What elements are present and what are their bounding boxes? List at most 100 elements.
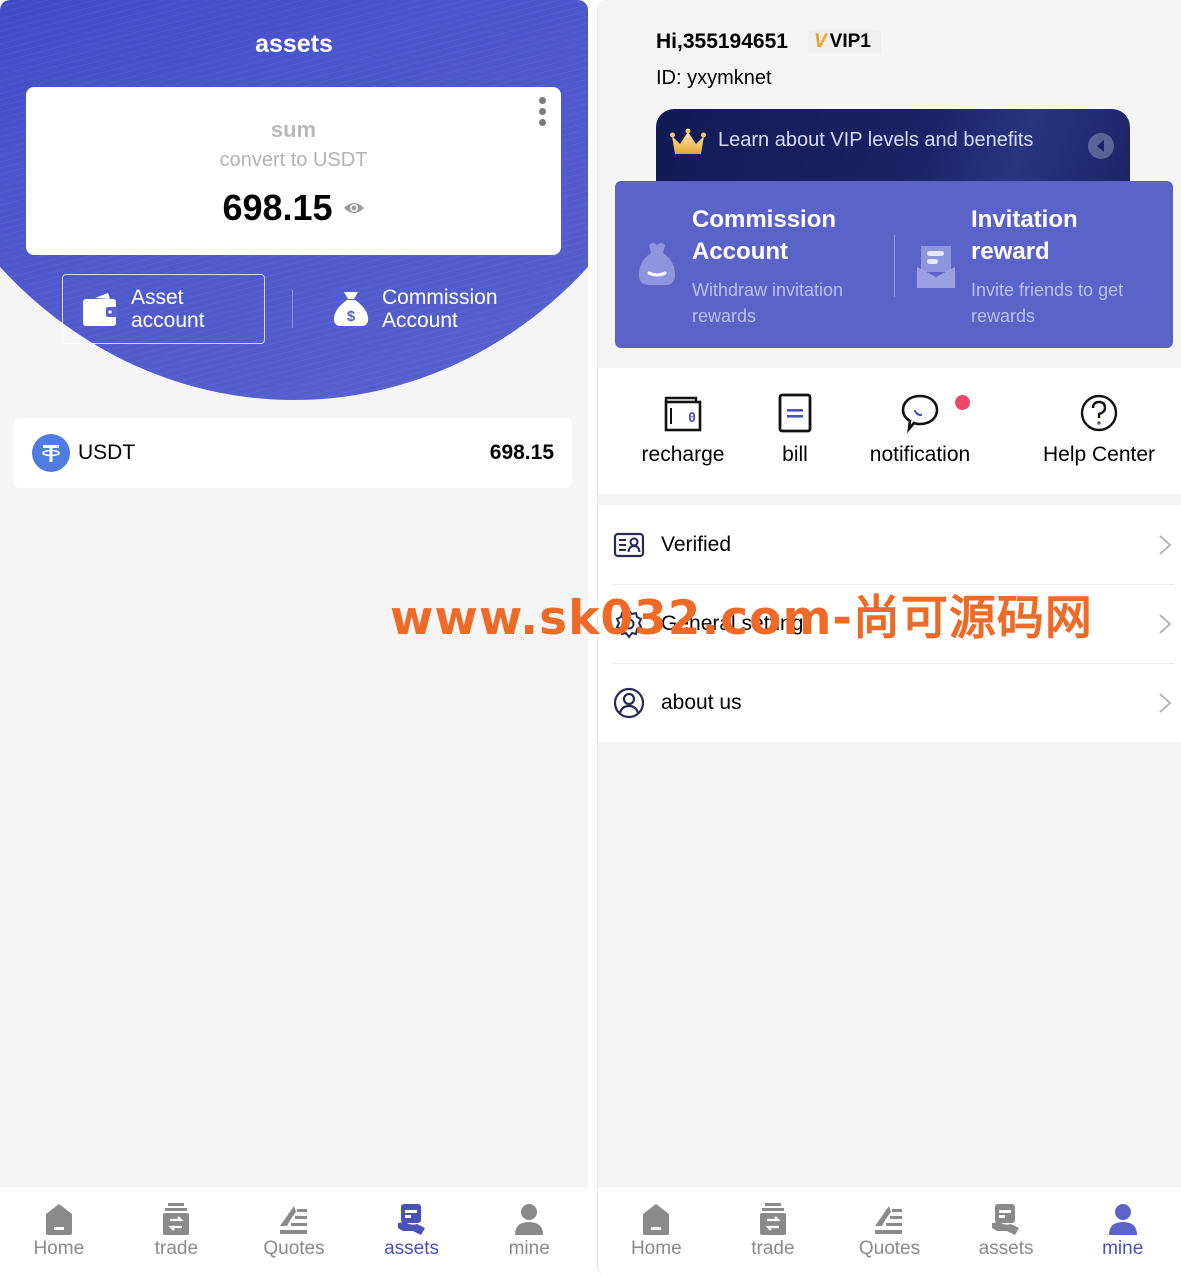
home-icon [45,1204,72,1235]
tab-label: Quotes [263,1238,325,1259]
account-switcher: Asset account $ Commission Account [0,274,588,344]
quotes-icon [875,1206,903,1234]
commission-account-button[interactable]: $ Commission Account [332,274,498,344]
assets-icon [397,1204,425,1235]
subtitle-line: Withdraw invitation [692,280,844,300]
tab-home[interactable]: Home [598,1187,715,1276]
label-line: account [131,309,205,332]
help-center-button[interactable]: Help Center [1018,368,1180,494]
asset-account-button[interactable]: Asset account [62,274,265,344]
home-icon [643,1204,670,1235]
chevron-right-icon [1159,613,1172,634]
sum-value-row: 698.15 [26,187,561,229]
subtitle-line: rewards [692,306,757,326]
promo-subtitle: Withdraw invitation rewards [692,277,887,329]
title-line: reward [971,238,1050,265]
divider [292,290,293,328]
quotes-icon [279,1206,307,1234]
menu-label: about us [661,690,742,714]
tab-label: trade [154,1238,199,1259]
trade-icon [163,1203,190,1235]
tab-label: Quotes [858,1238,921,1259]
mine-screen: Hi,355194651 V VIP1 ID: yxymknet Learn a… [597,0,1181,1276]
vip-badge: V VIP1 [807,30,881,54]
user-icon [1108,1204,1137,1235]
eye-icon[interactable] [343,201,365,215]
menu-item-about-us[interactable]: about us [598,663,1181,742]
svg-text:0: 0 [688,411,696,426]
label-line: Asset [131,286,184,309]
tab-trade[interactable]: trade [118,1187,236,1276]
vip-banner-text: Learn about VIP levels and benefits [718,129,1034,151]
title-line: Invitation [971,206,1078,233]
assets-icon [992,1204,1020,1235]
tab-home[interactable]: Home [0,1187,118,1276]
subtitle-line: Invite friends to get [971,280,1124,300]
tab-label: Home [630,1238,682,1259]
total-balance-card: sum convert to USDT 698.15 [26,87,561,255]
user-id: ID: yxymknet [656,67,772,89]
tab-label: Home [33,1238,85,1259]
wallet-card-icon: 0 [664,396,702,432]
menu-item-verified[interactable]: Verified [598,505,1181,584]
chevron-right-icon [1159,534,1172,555]
tab-mine[interactable]: mine [1064,1187,1181,1276]
gear-icon [615,609,643,639]
convert-subtitle: convert to USDT [219,149,368,171]
label-line: Commission [382,286,498,309]
assets-screen: assets sum convert to USDT 698.15 Asset … [0,0,588,1276]
quick-label: Help Center [1042,443,1156,466]
crown-icon [670,128,706,154]
tab-assets[interactable]: assets [353,1187,471,1276]
title-line: Account [692,238,788,265]
vip-level: VIP1 [829,31,871,52]
coin-balance: 698.15 [489,441,554,464]
sum-label: sum [270,117,317,142]
id-card-icon [613,532,645,557]
label-line: Account [382,309,458,332]
tab-label: trade [751,1238,795,1259]
assets-header: assets sum convert to USDT 698.15 Asset … [0,0,588,400]
notification-button[interactable]: notification [822,368,1018,494]
greeting-text: Hi,355194651 [656,30,788,53]
menu-label: Verified [661,532,732,556]
quick-label: notification [869,443,971,466]
tab-quotes[interactable]: Quotes [831,1187,948,1276]
bottom-tabbar: Home trade Quotes assets mine [0,1186,588,1276]
tether-icon [32,434,70,472]
tab-trade[interactable]: trade [715,1187,832,1276]
total-balance-value: 698.15 [222,187,333,228]
tab-mine[interactable]: mine [470,1187,588,1276]
user-greeting: Hi,355194651 V VIP1 [656,30,881,54]
arrow-left-circle-icon [1088,133,1114,159]
trade-icon [759,1203,786,1235]
menu-label: General setting [661,611,804,635]
coin-list-item[interactable]: USDT 698.15 [14,418,572,488]
help-circle-icon [1080,394,1118,432]
promo-title: Invitation reward [971,204,1166,268]
promo-subtitle: Invite friends to get rewards [971,277,1166,329]
tab-label: assets [384,1238,440,1259]
wallet-icon [83,293,118,326]
tab-assets[interactable]: assets [948,1187,1065,1276]
chat-bubble-icon [901,394,939,433]
tab-quotes[interactable]: Quotes [235,1187,353,1276]
quick-label: bill [782,443,808,466]
quick-label: recharge [641,443,725,466]
bottom-tabbar: Home trade Quotes assets mine [598,1186,1181,1276]
vip-v-icon: V [813,31,827,52]
bill-button[interactable]: bill [768,368,822,494]
quick-actions: 0 recharge bill notification Help Center [598,368,1181,494]
user-circle-icon [613,687,645,718]
invitation-reward-card[interactable]: Invitation reward Invite friends to get … [894,181,1173,348]
document-icon [778,393,812,433]
notification-badge [955,395,970,410]
subtitle-line: rewards [971,306,1036,326]
promo-cards: Commission Account Withdraw invitation r… [615,181,1173,348]
tab-label: mine [1102,1238,1144,1259]
commission-account-card[interactable]: Commission Account Withdraw invitation r… [615,181,894,348]
page-title: assets [255,30,333,58]
menu-item-general-setting[interactable]: General setting [598,584,1181,663]
recharge-button[interactable]: 0 recharge [598,368,768,494]
asset-account-label: Asset account [131,286,205,332]
